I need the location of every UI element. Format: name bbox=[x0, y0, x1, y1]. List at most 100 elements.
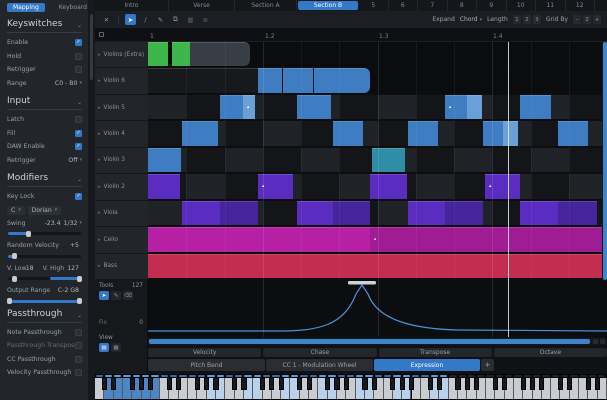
grid-icon[interactable]: ▦ bbox=[185, 14, 196, 25]
piano-black-key[interactable] bbox=[567, 378, 572, 390]
track-header-cello[interactable]: ▸Cello bbox=[95, 227, 148, 253]
piano-keyboard[interactable] bbox=[95, 374, 607, 400]
pattern-tab-5[interactable]: 5 bbox=[359, 0, 389, 11]
vertical-scrollbar[interactable] bbox=[602, 42, 607, 280]
sidebar-scrollbar-thumb[interactable] bbox=[90, 14, 93, 80]
piano-black-key[interactable] bbox=[372, 378, 377, 390]
piano-black-key[interactable] bbox=[102, 378, 107, 390]
piano-black-key[interactable] bbox=[558, 378, 563, 390]
division-button-2[interactable]: 2 bbox=[523, 15, 531, 24]
piano-black-key[interactable] bbox=[269, 378, 274, 390]
param-button-velocity[interactable]: Velocity bbox=[148, 348, 261, 357]
grid-cell[interactable] bbox=[558, 201, 597, 225]
grid-cell[interactable] bbox=[283, 68, 313, 92]
division-button-1[interactable]: 1 bbox=[513, 15, 521, 24]
piano-black-key[interactable] bbox=[390, 378, 395, 390]
piano-black-key[interactable] bbox=[465, 378, 470, 390]
piano-black-key[interactable] bbox=[241, 378, 246, 390]
lane-tab-pitch-bend[interactable]: Pitch Bend bbox=[148, 359, 265, 371]
piano-black-key[interactable] bbox=[307, 378, 312, 390]
expand-button[interactable]: Expand bbox=[432, 16, 454, 23]
piano-black-key[interactable] bbox=[325, 378, 330, 390]
select-dorian[interactable]: Dorian▾ bbox=[28, 206, 61, 215]
pattern-tab-6[interactable]: 6 bbox=[389, 0, 419, 11]
piano-black-key[interactable] bbox=[232, 378, 237, 390]
more-icon[interactable]: ≣ bbox=[200, 14, 211, 25]
lane-tab-cc-1-modulation-wheel[interactable]: CC 1 - Modulation Wheel bbox=[266, 359, 373, 371]
slider-swing[interactable] bbox=[8, 232, 81, 235]
sidebar-tab-keyboard[interactable]: Keyboard bbox=[53, 3, 88, 12]
piano-black-key[interactable] bbox=[297, 378, 302, 390]
curve-eraser-tool-button[interactable]: ⌫ bbox=[123, 291, 133, 300]
pattern-tab-12[interactable]: 12 bbox=[566, 0, 596, 11]
curve-pencil-tool-button[interactable]: ✎ bbox=[111, 291, 121, 300]
grid-cell[interactable] bbox=[408, 201, 445, 225]
grid-cell[interactable] bbox=[220, 95, 243, 119]
view-list-icon[interactable]: ▤ bbox=[99, 343, 109, 352]
piano-black-key[interactable] bbox=[148, 378, 153, 390]
select-c[interactable]: C▾ bbox=[7, 206, 25, 215]
grid-cell[interactable] bbox=[370, 174, 407, 198]
pattern-tab-7[interactable]: 7 bbox=[418, 0, 448, 11]
grid-cell[interactable] bbox=[558, 121, 588, 145]
vertical-scrollbar-thumb[interactable] bbox=[603, 42, 607, 280]
pattern-tab-section-a[interactable]: Section A bbox=[235, 0, 297, 11]
grid-cell[interactable] bbox=[297, 201, 333, 225]
pattern-tab-9[interactable]: 9 bbox=[477, 0, 507, 11]
piano-black-key[interactable] bbox=[474, 378, 479, 390]
grid-by-button-[interactable]: – bbox=[573, 15, 581, 24]
track-header-bass[interactable]: ▸Bass bbox=[95, 254, 148, 280]
piano-black-key[interactable] bbox=[260, 378, 265, 390]
grid-cell[interactable]: ▴ bbox=[243, 95, 255, 119]
piano-black-key[interactable] bbox=[111, 378, 116, 390]
piano-black-key[interactable] bbox=[502, 378, 507, 390]
select-swing-rate[interactable]: 1/32▾ bbox=[64, 220, 82, 227]
piano-black-key[interactable] bbox=[400, 378, 405, 390]
view-keys-icon[interactable]: ▦ bbox=[111, 343, 121, 352]
grid-cell[interactable] bbox=[520, 201, 558, 225]
section-header-modifiers[interactable]: Modifiers⌄ bbox=[7, 173, 82, 187]
division-button-3[interactable]: 3 bbox=[533, 15, 541, 24]
grid-cell[interactable] bbox=[297, 95, 331, 119]
step-grid[interactable]: ▴▴▴▴▴ bbox=[148, 42, 607, 280]
piano-black-key[interactable] bbox=[213, 378, 218, 390]
length-button[interactable]: Length bbox=[487, 16, 508, 23]
grid-cell[interactable] bbox=[445, 201, 483, 225]
slider-random-velocity[interactable] bbox=[8, 255, 81, 258]
checkbox-fill[interactable]: ✓ bbox=[75, 130, 82, 137]
checkbox-latch[interactable] bbox=[75, 116, 82, 123]
piano-black-key[interactable] bbox=[521, 378, 526, 390]
chord-select[interactable]: Chord▾ bbox=[460, 16, 482, 23]
pattern-tab-8[interactable]: 8 bbox=[448, 0, 478, 11]
grid-cell[interactable] bbox=[220, 201, 258, 225]
slice-tool-button[interactable]: ∕ bbox=[140, 14, 151, 25]
track-header-violins-extra[interactable]: ▸Violins (Extra) bbox=[95, 42, 148, 68]
curve-cursor-tool-button[interactable]: ➤ bbox=[99, 291, 109, 300]
piano-black-key[interactable] bbox=[595, 378, 600, 390]
cursor-tool-button[interactable]: ➤ bbox=[125, 14, 136, 25]
automation-curve-editor[interactable] bbox=[148, 280, 607, 337]
piano-black-key[interactable] bbox=[204, 378, 209, 390]
select-range[interactable]: C0 - B0▾ bbox=[55, 80, 82, 87]
grid-cell[interactable] bbox=[190, 42, 250, 66]
param-button-chase[interactable]: Chase bbox=[263, 348, 376, 357]
grid-cell[interactable] bbox=[148, 68, 258, 92]
grid-cell[interactable] bbox=[408, 121, 438, 145]
grid-cell[interactable] bbox=[314, 68, 370, 92]
pattern-tab-10[interactable]: 10 bbox=[507, 0, 537, 11]
grid-cell[interactable] bbox=[182, 121, 218, 145]
pencil-tool-button[interactable]: ✎ bbox=[155, 14, 166, 25]
grid-cell[interactable]: ▴ bbox=[445, 95, 467, 119]
checkbox-hold[interactable] bbox=[75, 53, 82, 60]
pattern-tab-intro[interactable]: Intro bbox=[95, 0, 169, 11]
grid-cell[interactable] bbox=[467, 95, 482, 119]
curve-peak-handle[interactable] bbox=[348, 281, 376, 285]
pattern-tab-11[interactable]: 11 bbox=[536, 0, 566, 11]
piano-black-key[interactable] bbox=[334, 378, 339, 390]
checkbox-retrigger[interactable] bbox=[75, 66, 82, 73]
piano-black-key[interactable] bbox=[130, 378, 135, 390]
grid-cell[interactable] bbox=[520, 95, 551, 119]
checkbox-daw-enable[interactable]: ✓ bbox=[75, 143, 82, 150]
grid-cell[interactable]: ▴ bbox=[370, 227, 607, 251]
grid-by-button-2[interactable]: 2 bbox=[583, 15, 591, 24]
